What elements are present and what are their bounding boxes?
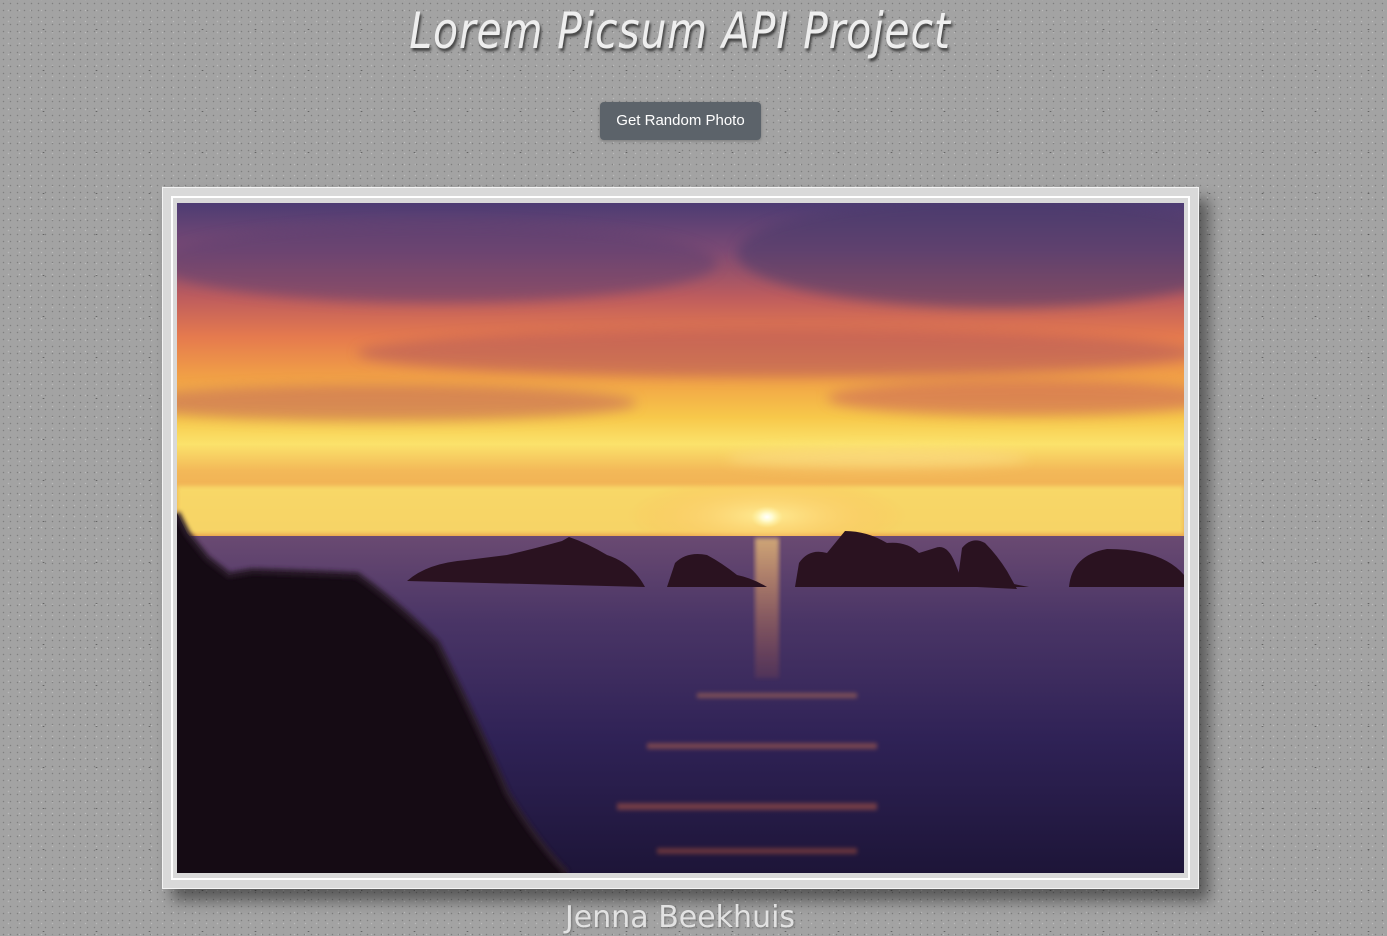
get-random-photo-button[interactable]: Get Random Photo: [600, 102, 761, 140]
random-photo: [177, 203, 1184, 873]
page-title: Lorem Picsum API Project: [409, 2, 951, 60]
photo-author: Jenna Beekhuis: [564, 900, 796, 935]
